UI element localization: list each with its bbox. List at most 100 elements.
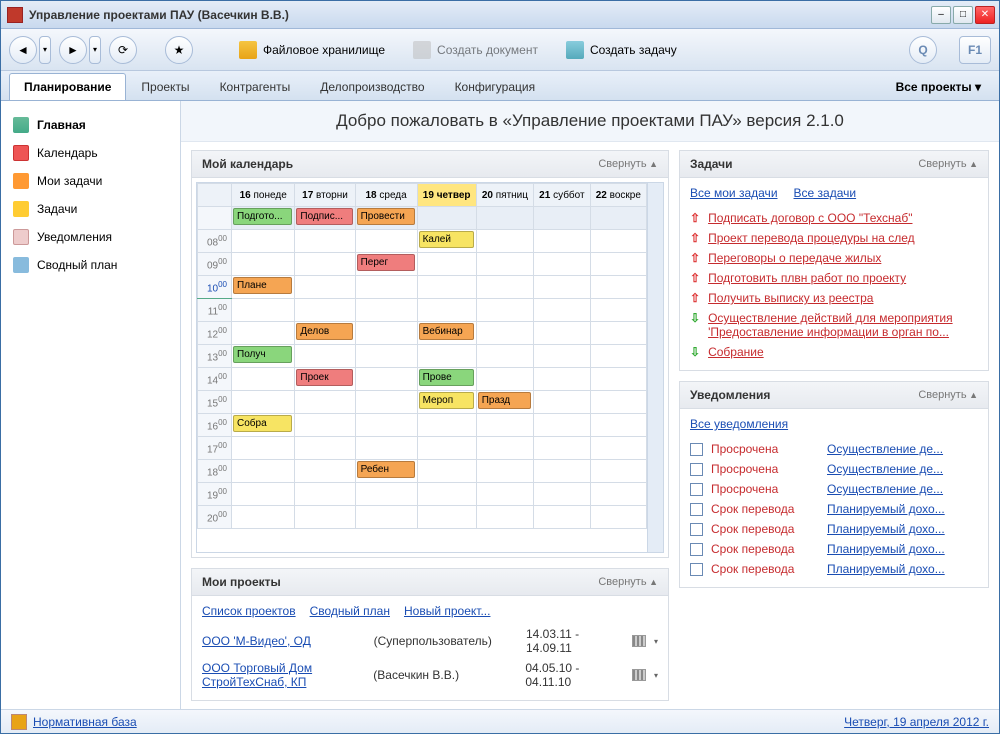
event[interactable]: Прове [419, 369, 474, 386]
tab-projects[interactable]: Проекты [126, 73, 204, 100]
event[interactable]: Перег [357, 254, 415, 271]
help-button[interactable]: F1 [959, 36, 991, 64]
all-notifications-link[interactable]: Все уведомления [690, 417, 788, 431]
close-button[interactable]: ✕ [975, 6, 995, 24]
sidebar-item-tasks[interactable]: Задачи [7, 195, 174, 223]
notification-checkbox[interactable] [690, 523, 703, 536]
event[interactable]: Получ [233, 346, 292, 363]
notification-checkbox[interactable] [690, 543, 703, 556]
notification-status[interactable]: Просрочена [711, 482, 819, 496]
task-link[interactable]: Получить выписку из реестра [708, 291, 978, 305]
notification-status[interactable]: Срок перевода [711, 522, 819, 536]
search-button[interactable]: Q [909, 36, 937, 64]
projects-collapse[interactable]: Свернуть [598, 576, 658, 588]
day-header-17[interactable]: 17 вторни [295, 184, 355, 207]
create-task-button[interactable]: Создать задачу [556, 35, 687, 65]
sidebar-item-calendar[interactable]: Календарь [7, 139, 174, 167]
day-header-20[interactable]: 20 пятниц [476, 184, 533, 207]
nav-back-dropdown[interactable]: ▾ [39, 36, 51, 64]
notification-checkbox[interactable] [690, 463, 703, 476]
gantt-icon[interactable] [632, 669, 646, 681]
nav-forward-button[interactable]: ► [59, 36, 87, 64]
notification-link[interactable]: Планируемый дохо... [827, 502, 978, 516]
notification-status[interactable]: Срок перевода [711, 542, 819, 556]
notification-link[interactable]: Планируемый дохо... [827, 562, 978, 576]
normative-base-link[interactable]: Нормативная база [33, 715, 137, 729]
sidebar-item-notifications[interactable]: Уведомления [7, 223, 174, 251]
notification-checkbox[interactable] [690, 503, 703, 516]
tab-docflow[interactable]: Делопроизводство [305, 73, 439, 100]
notification-checkbox[interactable] [690, 563, 703, 576]
event[interactable]: Плане [233, 277, 292, 294]
tab-planning[interactable]: Планирование [9, 73, 126, 100]
projects-summary-link[interactable]: Сводный план [310, 604, 390, 618]
task-link[interactable]: Переговоры о передаче жилых [708, 251, 978, 265]
tasks-collapse[interactable]: Свернуть [918, 158, 978, 170]
notification-status[interactable]: Срок перевода [711, 562, 819, 576]
date-link[interactable]: Четверг, 19 апреля 2012 г. [844, 715, 989, 729]
day-header-19[interactable]: 19 четвер [417, 184, 476, 207]
tab-contractors[interactable]: Контрагенты [205, 73, 306, 100]
reload-button[interactable]: ⟳ [109, 36, 137, 64]
nav-back-button[interactable]: ◄ [9, 36, 37, 64]
allday-event[interactable]: Провести [357, 208, 415, 225]
notifications-panel-title: Уведомления [690, 388, 918, 402]
day-header-18[interactable]: 18 среда [355, 184, 417, 207]
notification-link[interactable]: Планируемый дохо... [827, 542, 978, 556]
notification-link[interactable]: Осуществление де... [827, 462, 978, 476]
projects-list-link[interactable]: Список проектов [202, 604, 296, 618]
minimize-button[interactable]: – [931, 6, 951, 24]
day-header-21[interactable]: 21 суббот [534, 184, 591, 207]
event[interactable]: Делов [296, 323, 352, 340]
create-document-button[interactable]: Создать документ [403, 35, 548, 65]
day-header-16[interactable]: 16 понеде [232, 184, 295, 207]
allday-event[interactable]: Подгото... [233, 208, 292, 225]
project-dropdown[interactable]: ▾ [654, 671, 658, 680]
project-name-link[interactable]: ООО 'М-Видео', ОД [202, 634, 366, 648]
sidebar-item-mytasks[interactable]: Мои задачи [7, 167, 174, 195]
event[interactable]: Мероп [419, 392, 474, 409]
all-projects-dropdown[interactable]: Все проекты ▾ [886, 74, 991, 100]
notification-status[interactable]: Срок перевода [711, 502, 819, 516]
projects-new-link[interactable]: Новый проект... [404, 604, 490, 618]
calendar-scrollbar[interactable] [647, 183, 663, 552]
project-dropdown[interactable]: ▾ [654, 637, 658, 646]
task-link[interactable]: Подготовить плвн работ по проекту [708, 271, 978, 285]
file-storage-button[interactable]: Файловое хранилище [229, 35, 395, 65]
notification-checkbox[interactable] [690, 483, 703, 496]
task-link[interactable]: Подписать договор с ООО "Техснаб" [708, 211, 978, 225]
tab-config[interactable]: Конфигурация [440, 73, 551, 100]
sidebar-item-home[interactable]: Главная [7, 111, 174, 139]
notifications-collapse[interactable]: Свернуть [918, 389, 978, 401]
sidebar: Главная Календарь Мои задачи Задачи Увед… [1, 101, 181, 709]
notification-checkbox[interactable] [690, 443, 703, 456]
project-name-link[interactable]: ООО Торговый Дом СтройТехСнаб, КП [202, 661, 365, 689]
allday-event[interactable]: Подпис... [296, 208, 352, 225]
gantt-icon[interactable] [632, 635, 646, 647]
sidebar-item-summary[interactable]: Сводный план [7, 251, 174, 279]
all-my-tasks-link[interactable]: Все мои задачи [690, 186, 778, 200]
task-link[interactable]: Проект перевода процедуры на след [708, 231, 978, 245]
favorites-button[interactable]: ★ [165, 36, 193, 64]
event[interactable]: Собра [233, 415, 292, 432]
day-header-22[interactable]: 22 воскре [590, 184, 646, 207]
notification-link[interactable]: Осуществление де... [827, 482, 978, 496]
task-link[interactable]: Осуществление действий для мероприятия '… [708, 311, 978, 339]
event[interactable]: Празд [478, 392, 532, 409]
notification-link[interactable]: Осуществление де... [827, 442, 978, 456]
tasks-panel: Задачи Свернуть Все мои задачи Все задач… [679, 150, 989, 371]
event[interactable]: Вебинар [419, 323, 474, 340]
notification-link[interactable]: Планируемый дохо... [827, 522, 978, 536]
notification-status[interactable]: Просрочена [711, 442, 819, 456]
notification-status[interactable]: Просрочена [711, 462, 819, 476]
calendar-collapse[interactable]: Свернуть [598, 158, 658, 170]
arrow-up-icon: ⇧ [690, 231, 700, 245]
event[interactable]: Калей [419, 231, 474, 248]
calendar-panel-title: Мой календарь [202, 157, 598, 171]
all-tasks-link[interactable]: Все задачи [794, 186, 857, 200]
maximize-button[interactable]: □ [953, 6, 973, 24]
event[interactable]: Проек [296, 369, 352, 386]
event[interactable]: Ребен [357, 461, 415, 478]
task-link[interactable]: Собрание [708, 345, 978, 359]
nav-forward-dropdown[interactable]: ▾ [89, 36, 101, 64]
